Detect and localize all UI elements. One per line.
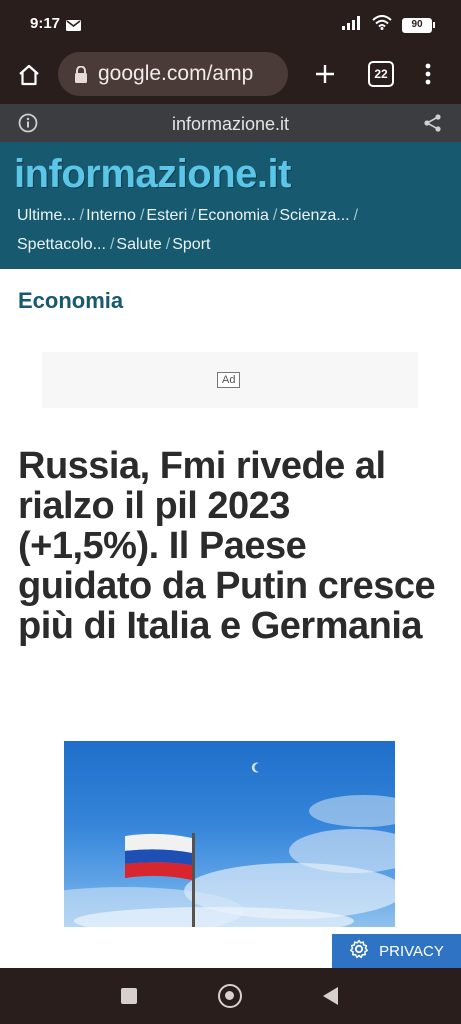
amp-domain[interactable]: informazione.it	[0, 114, 461, 135]
status-bar: 9:17 90	[0, 0, 461, 48]
article-image	[64, 741, 395, 927]
nav-separator: /	[353, 207, 359, 224]
home-icon[interactable]	[14, 60, 44, 90]
nav-separator: /	[79, 207, 85, 224]
nav-item-interno[interactable]: Interno	[86, 207, 136, 224]
ad-badge: Ad	[217, 372, 241, 388]
battery-level: 90	[402, 17, 432, 33]
lock-icon	[74, 65, 88, 83]
nav-separator: /	[109, 236, 115, 253]
nav-item-economia[interactable]: Economia	[198, 207, 269, 224]
nav-separator: /	[139, 207, 145, 224]
nav-item-scienza[interactable]: Scienza...	[279, 207, 349, 224]
battery-icon: 90	[402, 17, 435, 33]
plus-icon[interactable]	[310, 59, 340, 89]
signal-icon	[342, 15, 362, 35]
nav-separator: /	[191, 207, 196, 224]
url-text: google.com/amp	[98, 62, 254, 85]
wifi-icon	[372, 15, 392, 35]
privacy-label: PRIVACY	[379, 942, 444, 960]
tabs-icon[interactable]: 22	[368, 61, 394, 87]
section-label[interactable]: Economia	[18, 288, 123, 314]
nav-item-spettacolo[interactable]: Spettacolo...	[17, 236, 106, 253]
gear-icon	[349, 939, 369, 963]
mail-icon	[66, 18, 81, 36]
nav-item-sport[interactable]: Sport	[172, 236, 210, 253]
browser-toolbar: google.com/amp 22	[0, 48, 461, 104]
nav-separator: /	[165, 236, 171, 253]
more-vert-icon[interactable]	[416, 59, 440, 89]
nav-row-2: Spettacolo... / Salute / Sport	[17, 236, 210, 254]
nav-item-ultime[interactable]: Ultime...	[17, 207, 76, 224]
privacy-button[interactable]: PRIVACY	[332, 934, 461, 968]
status-time: 9:17	[30, 15, 61, 32]
nav-item-esteri[interactable]: Esteri	[146, 207, 187, 224]
article-headline: Russia, Fmi rivede al rialzo il pil 2023…	[18, 445, 436, 647]
android-nav-bar	[0, 968, 461, 1024]
url-bar[interactable]: google.com/amp	[58, 52, 288, 96]
recents-square-icon[interactable]	[121, 988, 137, 1004]
nav-item-salute[interactable]: Salute	[116, 236, 161, 253]
back-triangle-icon[interactable]	[323, 987, 338, 1005]
share-icon[interactable]	[423, 113, 443, 133]
home-circle-icon[interactable]	[218, 984, 242, 1008]
amp-header: informazione.it	[0, 104, 461, 142]
site-header: informazione.it Ultime... / Interno / Esteri…	[0, 142, 461, 269]
nav-separator: /	[272, 207, 278, 224]
ad-slot[interactable]: Ad	[42, 352, 418, 408]
site-logo[interactable]: informazione.it	[14, 152, 291, 197]
nav-row-1: Ultime... / Interno / Esteri / Economia / Scienz…	[17, 207, 360, 225]
